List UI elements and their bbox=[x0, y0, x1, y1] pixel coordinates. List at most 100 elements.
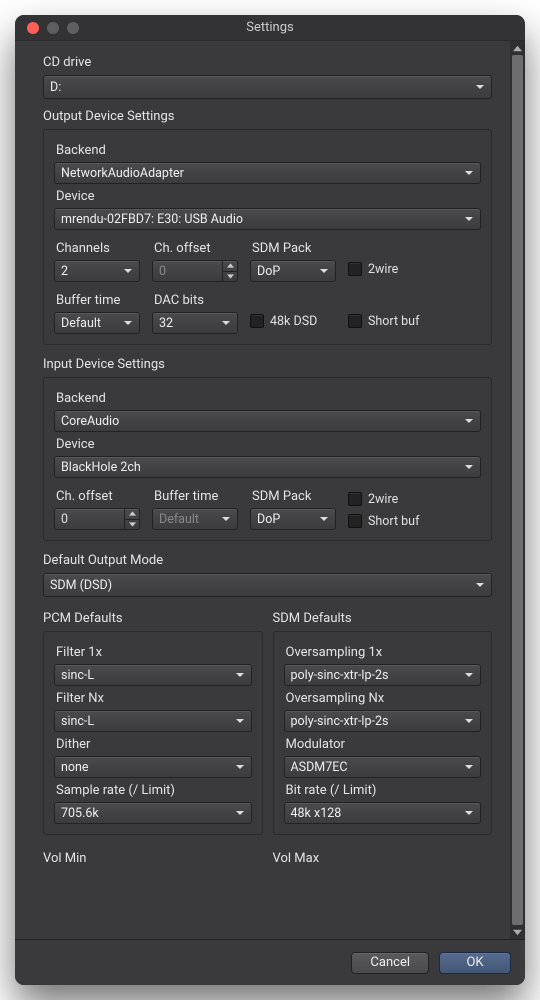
input-shortbuf-label: Short buf bbox=[368, 514, 419, 529]
scroll-thumb[interactable] bbox=[512, 55, 523, 925]
volmax-label: Vol Max bbox=[273, 851, 493, 866]
input-buffertime-select[interactable]: Default bbox=[152, 508, 238, 530]
outmode-value: SDM (DSD) bbox=[50, 578, 112, 593]
pcm-sr-label: Sample rate (/ Limit) bbox=[56, 783, 252, 798]
ok-button[interactable]: OK bbox=[439, 952, 511, 974]
chevron-down-icon bbox=[464, 462, 474, 472]
input-backend-select[interactable]: CoreAudio bbox=[54, 410, 481, 432]
pcm-filternx-select[interactable]: sinc-L bbox=[54, 710, 252, 732]
stepper-buttons[interactable] bbox=[222, 261, 237, 281]
input-group: Backend CoreAudio Device BlackHole 2ch C… bbox=[43, 377, 492, 541]
output-shortbuf-checkbox[interactable]: Short buf bbox=[348, 310, 481, 332]
chevron-down-icon bbox=[235, 670, 245, 680]
sdm-osnx-select[interactable]: poly-sinc-xtr-lp-2s bbox=[284, 710, 482, 732]
chevron-down-icon bbox=[464, 214, 474, 224]
chevron-up-icon[interactable] bbox=[223, 261, 237, 272]
outmode-select[interactable]: SDM (DSD) bbox=[43, 573, 492, 597]
close-icon[interactable] bbox=[27, 22, 39, 34]
output-group: Backend NetworkAudioAdapter Device mrend… bbox=[43, 129, 492, 345]
sdm-os1x-label: Oversampling 1x bbox=[286, 645, 482, 660]
output-buffertime-label: Buffer time bbox=[56, 293, 140, 308]
output-backend-label: Backend bbox=[56, 143, 481, 158]
input-sdmpack-label: SDM Pack bbox=[252, 489, 336, 504]
input-choffset-stepper[interactable]: 0 bbox=[54, 508, 140, 530]
volmin-label: Vol Min bbox=[43, 851, 263, 866]
output-title: Output Device Settings bbox=[43, 109, 492, 124]
checkbox-icon bbox=[348, 514, 362, 528]
pcm-filter1x-value: sinc-L bbox=[61, 668, 94, 683]
ok-button-label: OK bbox=[466, 955, 483, 970]
output-device-select[interactable]: mrendu-02FBD7: E30: USB Audio bbox=[54, 208, 481, 230]
content-area: CD drive D: Output Device Settings Backe… bbox=[15, 41, 525, 939]
settings-window: Settings CD drive D: Output Device Setti… bbox=[15, 15, 525, 985]
sdm-mod-label: Modulator bbox=[286, 737, 482, 752]
chevron-down-icon bbox=[319, 266, 329, 276]
pcm-filter1x-select[interactable]: sinc-L bbox=[54, 664, 252, 686]
vertical-scrollbar[interactable] bbox=[510, 41, 525, 939]
outmode-label: Default Output Mode bbox=[43, 553, 492, 568]
output-backend-select[interactable]: NetworkAudioAdapter bbox=[54, 162, 481, 184]
cd-drive-select[interactable]: D: bbox=[43, 75, 492, 99]
pcm-dither-select[interactable]: none bbox=[54, 756, 252, 778]
pcm-dither-label: Dither bbox=[56, 737, 252, 752]
chevron-down-icon bbox=[464, 716, 474, 726]
pcm-filternx-value: sinc-L bbox=[61, 714, 94, 729]
scroll-content: CD drive D: Output Device Settings Backe… bbox=[15, 41, 510, 939]
pcm-filter1x-label: Filter 1x bbox=[56, 645, 252, 660]
input-choffset-label: Ch. offset bbox=[56, 489, 140, 504]
pcm-sr-select[interactable]: 705.6k bbox=[54, 802, 252, 824]
sdm-br-select[interactable]: 48k x128 bbox=[284, 802, 482, 824]
output-choffset-value: 0 bbox=[159, 264, 166, 279]
chevron-up-icon[interactable] bbox=[125, 509, 139, 520]
input-buffertime-value: Default bbox=[159, 512, 199, 527]
input-buffertime-label: Buffer time bbox=[154, 489, 238, 504]
chevron-down-icon[interactable] bbox=[125, 520, 139, 530]
input-shortbuf-checkbox[interactable]: Short buf bbox=[348, 512, 481, 530]
output-sdmpack-select[interactable]: DoP bbox=[250, 260, 336, 282]
output-choffset-stepper[interactable]: 0 bbox=[152, 260, 238, 282]
dialog-footer: Cancel OK bbox=[15, 939, 525, 985]
chevron-down-icon bbox=[235, 808, 245, 818]
scroll-down-icon[interactable] bbox=[512, 926, 523, 938]
output-choffset-label: Ch. offset bbox=[154, 241, 238, 256]
output-dacbits-select[interactable]: 32 bbox=[152, 312, 238, 334]
checkbox-icon bbox=[348, 492, 362, 506]
chevron-down-icon bbox=[475, 82, 485, 92]
stepper-buttons[interactable] bbox=[124, 509, 139, 529]
output-buffertime-select[interactable]: Default bbox=[54, 312, 140, 334]
cancel-button-label: Cancel bbox=[370, 955, 410, 970]
input-sdmpack-select[interactable]: DoP bbox=[250, 508, 336, 530]
titlebar[interactable]: Settings bbox=[15, 15, 525, 41]
input-device-label: Device bbox=[56, 437, 481, 452]
input-2wire-checkbox[interactable]: 2wire bbox=[348, 490, 481, 508]
chevron-down-icon bbox=[123, 318, 133, 328]
sdm-os1x-select[interactable]: poly-sinc-xtr-lp-2s bbox=[284, 664, 482, 686]
input-2wire-label: 2wire bbox=[368, 492, 398, 507]
input-backend-label: Backend bbox=[56, 391, 481, 406]
sdm-osnx-value: poly-sinc-xtr-lp-2s bbox=[291, 714, 389, 729]
chevron-down-icon bbox=[464, 808, 474, 818]
sdm-title: SDM Defaults bbox=[273, 611, 493, 626]
zoom-icon[interactable] bbox=[67, 22, 79, 34]
output-device-value: mrendu-02FBD7: E30: USB Audio bbox=[61, 212, 243, 227]
output-channels-label: Channels bbox=[56, 241, 140, 256]
minimize-icon[interactable] bbox=[47, 22, 59, 34]
window-title: Settings bbox=[15, 20, 525, 35]
input-backend-value: CoreAudio bbox=[61, 414, 119, 429]
cancel-button[interactable]: Cancel bbox=[351, 952, 429, 974]
output-48kdsd-checkbox[interactable]: 48k DSD bbox=[250, 310, 336, 332]
checkbox-icon bbox=[250, 314, 264, 328]
chevron-down-icon[interactable] bbox=[223, 272, 237, 282]
output-shortbuf-label: Short buf bbox=[368, 314, 419, 329]
sdm-osnx-label: Oversampling Nx bbox=[286, 691, 482, 706]
chevron-down-icon bbox=[464, 168, 474, 178]
input-device-select[interactable]: BlackHole 2ch bbox=[54, 456, 481, 478]
output-2wire-checkbox[interactable]: 2wire bbox=[348, 258, 481, 280]
scroll-up-icon[interactable] bbox=[512, 42, 523, 54]
output-sdmpack-value: DoP bbox=[257, 264, 280, 279]
sdm-mod-select[interactable]: ASDM7EC bbox=[284, 756, 482, 778]
checkbox-icon bbox=[348, 262, 362, 276]
pcm-filternx-label: Filter Nx bbox=[56, 691, 252, 706]
output-channels-select[interactable]: 2 bbox=[54, 260, 140, 282]
output-48kdsd-label: 48k DSD bbox=[270, 314, 317, 329]
